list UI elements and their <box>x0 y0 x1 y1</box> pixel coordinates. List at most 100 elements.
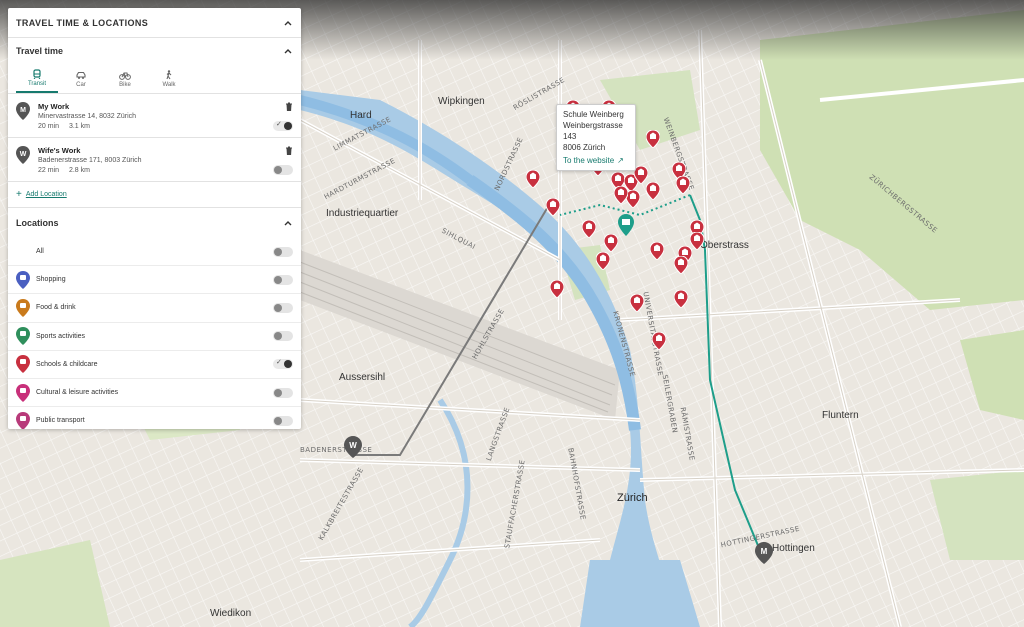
location-category-item[interactable]: Sports activities <box>8 323 301 351</box>
route-distance: 3.1 km <box>68 123 90 130</box>
travel-time-title: Travel time <box>16 46 64 56</box>
location-category-toggle[interactable] <box>273 302 293 313</box>
school-pin[interactable] <box>596 252 610 270</box>
place-label: Oberstrass <box>700 240 749 251</box>
walk-icon <box>166 69 172 79</box>
route-item-my-work[interactable]: M My Work Minervastrasse 14, 8032 Zürich… <box>8 94 301 138</box>
location-category-label: Cultural & leisure activities <box>36 389 119 397</box>
tooltip-street: Weinbergstrasse 143 <box>563 121 623 141</box>
route-name: Wife's Work <box>38 146 81 155</box>
route-address: Minervastrasse 14, 8032 Zürich <box>38 113 137 120</box>
place-label: Fluntern <box>822 410 859 421</box>
car-icon <box>76 71 86 79</box>
locations-title: Locations <box>16 218 59 228</box>
location-category-item[interactable]: Schools & childcare <box>8 351 301 379</box>
trash-icon[interactable] <box>285 146 293 155</box>
svg-text:M: M <box>761 547 768 556</box>
location-category-toggle[interactable] <box>273 415 293 426</box>
location-category-label: All <box>36 248 44 256</box>
tooltip-link-label: To the website <box>563 156 615 165</box>
route-name: My Work <box>38 102 70 111</box>
place-label: Wipkingen <box>438 96 485 107</box>
route-toggle[interactable] <box>273 120 293 131</box>
chevron-up-icon[interactable] <box>283 218 293 228</box>
tooltip-city: 8006 Zürich <box>563 143 606 152</box>
place-label: Hard <box>350 110 372 121</box>
school-pin[interactable] <box>630 294 644 312</box>
panel-header[interactable]: TRAVEL TIME & LOCATIONS <box>8 8 301 38</box>
location-category-item[interactable]: Food & drink <box>8 294 301 323</box>
school-pin[interactable] <box>582 220 596 238</box>
chevron-up-icon[interactable] <box>283 46 293 56</box>
location-category-toggle[interactable] <box>273 246 293 257</box>
location-category-toggle[interactable] <box>273 387 293 398</box>
school-pin[interactable] <box>626 190 640 208</box>
school-pin[interactable] <box>614 186 628 204</box>
mode-label: Car <box>76 81 86 88</box>
school-pin[interactable] <box>676 176 690 194</box>
svg-text:W: W <box>349 441 357 450</box>
selected-school-pin[interactable] <box>618 214 634 236</box>
tab-car[interactable]: Car <box>60 64 102 93</box>
external-link-icon: ↗ <box>617 156 624 165</box>
location-category-label: Shopping <box>36 276 66 284</box>
tooltip-name: Schule Weinberg <box>563 110 624 119</box>
location-category-label: Food & drink <box>36 304 76 312</box>
location-category-item[interactable]: Shopping <box>8 266 301 295</box>
route-item-wifes-work[interactable]: W Wife's Work Badenerstrasse 171, 8003 Z… <box>8 138 301 182</box>
location-category-list: All Shopping Food & drink Sports activit… <box>8 238 301 429</box>
route-duration: 22 min <box>38 167 60 174</box>
location-category-label: Sports activities <box>36 332 86 340</box>
location-category-item[interactable]: Public transport <box>8 407 301 429</box>
bike-icon <box>119 72 131 80</box>
category-icon <box>16 243 30 261</box>
place-label: Wiedikon <box>210 608 252 619</box>
place-label: Industriequartier <box>326 208 399 219</box>
culture-icon <box>16 383 30 402</box>
shopping-cart-icon <box>16 270 30 289</box>
locations-header[interactable]: Locations <box>8 208 301 238</box>
side-panel: TRAVEL TIME & LOCATIONS Travel time Tran… <box>8 8 301 429</box>
tab-bike[interactable]: Bike <box>104 64 146 93</box>
school-pin[interactable] <box>650 242 664 260</box>
place-label: Zürich <box>617 492 648 504</box>
location-category-toggle[interactable] <box>273 331 293 342</box>
school-pin[interactable] <box>604 234 618 252</box>
plus-icon: + <box>16 189 22 200</box>
transit-icon <box>33 68 41 79</box>
school-pin[interactable] <box>526 170 540 188</box>
travel-mode-tabs: Transit Car Bike Walk <box>8 64 301 94</box>
school-pin[interactable] <box>646 182 660 200</box>
chevron-up-icon[interactable] <box>283 18 293 28</box>
svg-text:M: M <box>20 107 26 114</box>
school-icon <box>16 355 30 374</box>
location-category-label: Public transport <box>36 417 85 425</box>
school-pin[interactable] <box>690 232 704 250</box>
place-label: Aussersihl <box>339 372 386 383</box>
travel-time-header[interactable]: Travel time <box>8 38 301 64</box>
location-category-item[interactable]: Cultural & leisure activities <box>8 379 301 408</box>
school-pin[interactable] <box>652 332 666 350</box>
route-marker-icon: W <box>16 146 30 164</box>
school-pin[interactable] <box>674 256 688 274</box>
trash-icon[interactable] <box>285 102 293 111</box>
food-drink-icon <box>16 298 30 317</box>
location-category-toggle[interactable] <box>273 358 293 370</box>
location-category-item[interactable]: All <box>8 238 301 267</box>
route-distance: 2.8 km <box>68 167 90 174</box>
school-pin[interactable] <box>546 198 560 216</box>
my-work-pin[interactable]: M <box>755 542 773 564</box>
school-pin[interactable] <box>646 130 660 148</box>
route-toggle[interactable] <box>273 165 293 175</box>
wife-work-pin[interactable]: W <box>344 436 362 458</box>
tooltip-website-link[interactable]: To the website ↗ <box>563 155 629 166</box>
tab-transit[interactable]: Transit <box>16 64 58 93</box>
add-location-button[interactable]: + Add Location <box>8 182 301 208</box>
location-category-toggle[interactable] <box>273 274 293 285</box>
school-tooltip: Schule Weinberg Weinbergstrasse 143 8006… <box>556 104 636 171</box>
tab-walk[interactable]: Walk <box>148 64 190 93</box>
route-address: Badenerstrasse 171, 8003 Zürich <box>38 157 142 164</box>
school-pin[interactable] <box>674 290 688 308</box>
svg-text:W: W <box>20 151 27 158</box>
school-pin[interactable] <box>550 280 564 298</box>
